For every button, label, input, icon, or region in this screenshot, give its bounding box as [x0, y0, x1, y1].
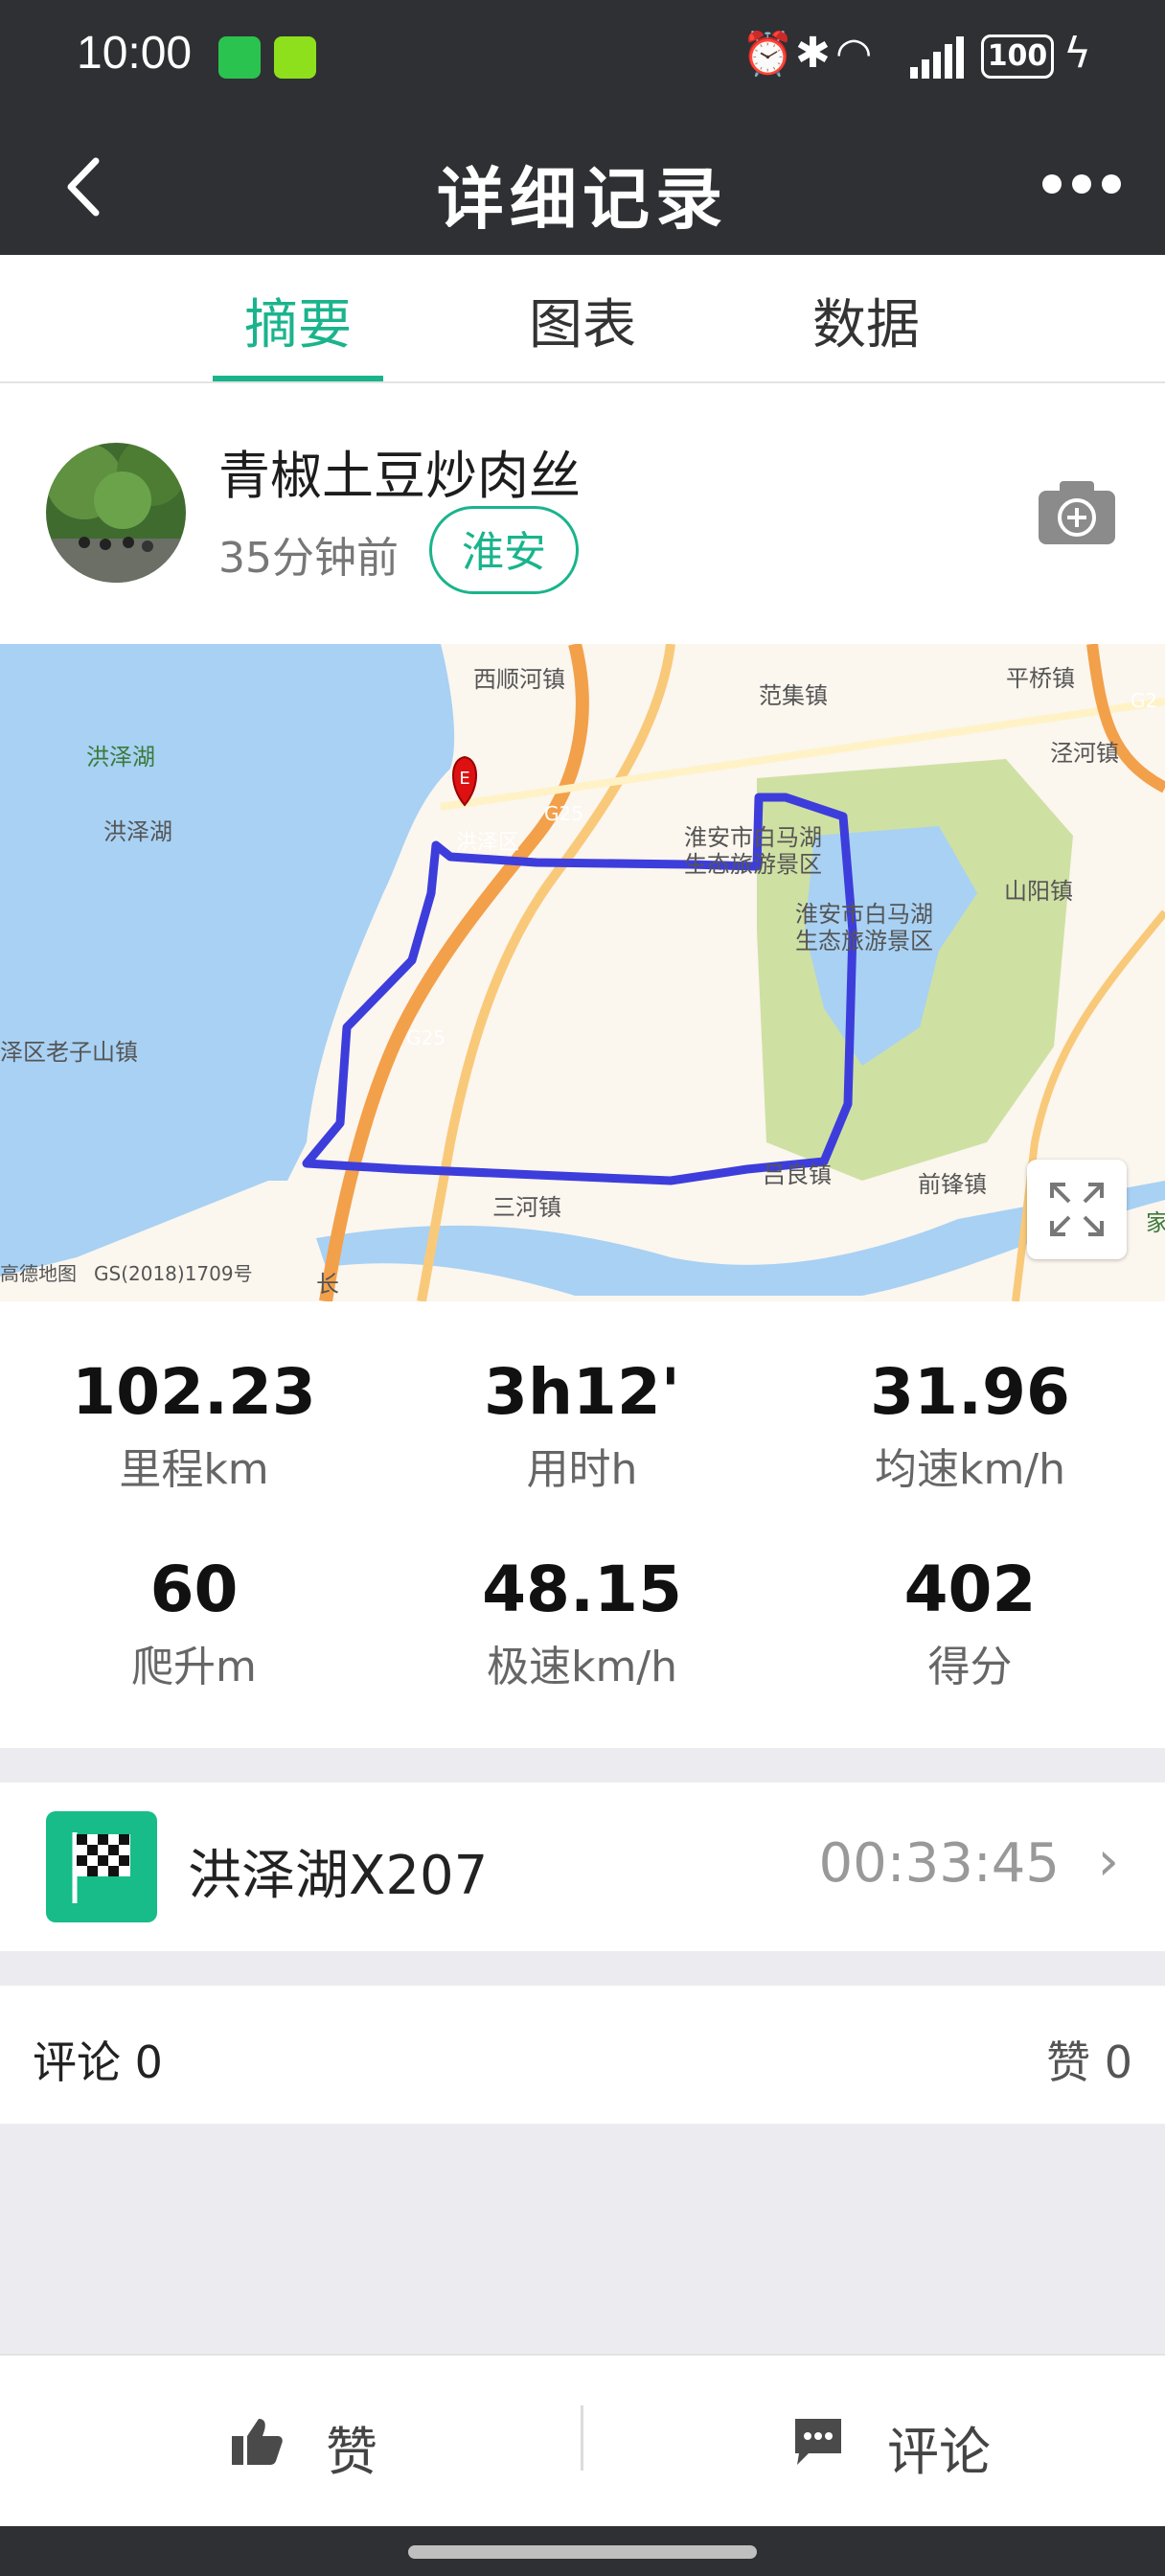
stat-climb: 60 爬升m	[0, 1552, 388, 1693]
map-label: 泽区老子山镇	[0, 1039, 138, 1066]
stat-value: 3h12'	[484, 1355, 680, 1429]
wifi-icon: ◠	[835, 29, 873, 78]
stat-label: 极速km/h	[486, 1643, 678, 1691]
stat-max-speed: 48.15 极速km/h	[388, 1552, 776, 1693]
status-time: 10:00	[77, 28, 193, 79]
map-end-marker: E	[459, 769, 469, 789]
map-label: 前锋镇	[918, 1171, 987, 1198]
segment-row[interactable]: 洪泽湖X207 00:33:45 ›	[0, 1782, 1165, 1951]
stat-value: 402	[903, 1552, 1037, 1626]
map-label: 平桥镇	[1006, 665, 1075, 692]
profile-header: 青椒土豆炒肉丝 35分钟前 淮安	[0, 383, 1165, 644]
map-label: 西顺河镇	[473, 666, 565, 693]
app-bar: 详细记录	[0, 115, 1165, 255]
thumbs-up-icon[interactable]	[230, 2415, 284, 2469]
comment-button[interactable]: 评论	[887, 2409, 991, 2485]
map-label: 洪泽区	[456, 831, 519, 855]
tab-summary[interactable]: 摘要	[154, 282, 442, 359]
page-title: 详细记录	[437, 160, 728, 239]
map-label: 范集镇	[759, 682, 828, 709]
map-label: G25	[406, 1026, 445, 1049]
map-label: 生态旅游景区	[795, 928, 933, 954]
like-count[interactable]: 赞 0	[1046, 2028, 1132, 2091]
battery-icon: 100	[981, 34, 1054, 79]
map-label: 泾河镇	[1050, 740, 1119, 767]
map-label: G25	[544, 802, 583, 825]
map-label: GS(2018)1709号	[94, 1262, 253, 1285]
add-photo-camera-icon[interactable]	[1037, 479, 1117, 546]
tab-charts[interactable]: 图表	[439, 282, 726, 359]
bluetooth-icon: ✱	[795, 29, 831, 78]
stat-distance: 102.23 里程km	[0, 1355, 388, 1496]
time-ago: 35分钟前	[218, 534, 399, 583]
tab-bar: 摘要 图表 数据	[0, 255, 1165, 385]
bottom-action-bar: 赞 评论	[0, 2354, 1165, 2528]
stat-label: 得分	[927, 1643, 1013, 1691]
map-label: 淮安市白马湖	[795, 901, 933, 928]
map-label: 长	[316, 1271, 339, 1298]
comment-count[interactable]: 评论 0	[33, 2028, 163, 2091]
fullscreen-button[interactable]	[1027, 1160, 1127, 1259]
comment-bubble-icon[interactable]	[791, 2415, 845, 2469]
settings-notification-icon	[274, 36, 316, 79]
map-label: 山阳镇	[1004, 878, 1073, 905]
map-label: 吕良镇	[763, 1162, 832, 1188]
stat-avg-speed: 31.96 均速km/h	[776, 1355, 1164, 1496]
segment-time: 00:33:45	[818, 1832, 1060, 1895]
stat-value: 60	[149, 1552, 239, 1626]
comments-summary: 评论 0 赞 0	[0, 1986, 1165, 2124]
bottom-divider	[581, 2405, 583, 2471]
avatar[interactable]	[46, 443, 186, 583]
segment-name: 洪泽湖X207	[188, 1845, 489, 1907]
alarm-icon: ⏰	[742, 30, 794, 79]
chevron-right-icon: ›	[1097, 1830, 1119, 1893]
stat-value: 31.96	[870, 1355, 1070, 1429]
username: 青椒土豆炒肉丝	[218, 446, 581, 506]
status-bar: 10:00 ⏰ ✱ ◠ 100 ϟ	[0, 0, 1165, 115]
map-label: 高德地图	[0, 1262, 77, 1285]
route-map[interactable]: E 西顺河镇 范集镇 平桥镇 洪泽湖 洪泽湖 泾河镇 G25 淮安市白马湖 生态…	[0, 644, 1165, 1301]
stat-value: 102.23	[72, 1355, 316, 1429]
stat-value: 48.15	[482, 1552, 682, 1626]
stat-duration: 3h12' 用时h	[388, 1355, 776, 1496]
stat-label: 里程km	[119, 1445, 269, 1494]
map-label: 三河镇	[492, 1194, 561, 1221]
stat-label: 用时h	[526, 1445, 638, 1494]
city-tag[interactable]: 淮安	[429, 506, 579, 594]
home-gesture-pill[interactable]	[408, 2545, 757, 2559]
charging-icon: ϟ	[1063, 29, 1092, 78]
system-nav-bar	[0, 2526, 1165, 2576]
stat-label: 爬升m	[131, 1643, 257, 1691]
map-label: G2	[1131, 689, 1157, 712]
map-label: 家	[1146, 1209, 1165, 1236]
map-label: 洪泽湖	[86, 744, 155, 770]
expand-icon	[1050, 1183, 1104, 1236]
ride-stats: 102.23 里程km 3h12' 用时h 31.96 均速km/h 60 爬升…	[0, 1301, 1165, 1748]
map-label: 生态旅游景区	[684, 851, 822, 878]
active-tab-indicator	[213, 376, 383, 381]
stat-label: 均速km/h	[874, 1445, 1066, 1494]
signal-icon	[910, 36, 964, 79]
stat-score: 402 得分	[776, 1552, 1164, 1693]
map-canvas: E 西顺河镇 范集镇 平桥镇 洪泽湖 洪泽湖 泾河镇 G25 淮安市白马湖 生态…	[0, 644, 1165, 1301]
like-button[interactable]: 赞	[326, 2409, 377, 2485]
map-label: 洪泽湖	[103, 818, 172, 845]
tab-data[interactable]: 数据	[722, 282, 1010, 359]
app-notification-icon	[218, 36, 261, 79]
more-options-icon[interactable]	[1040, 172, 1123, 196]
checkered-flag-icon	[46, 1811, 157, 1922]
map-label: 淮安市白马湖	[684, 824, 822, 851]
